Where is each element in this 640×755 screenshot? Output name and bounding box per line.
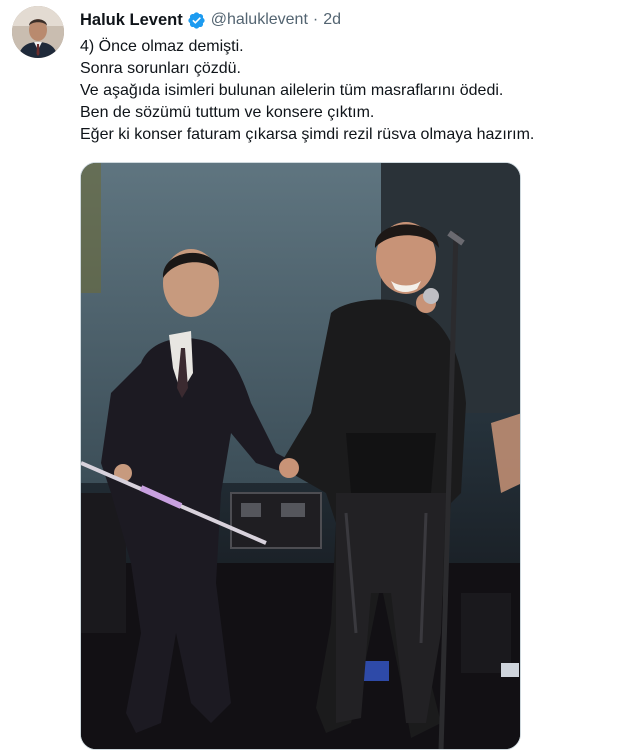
tweet-media-photo[interactable] [80, 162, 521, 750]
tweet-header: Haluk Levent @haluklevent · 2d [80, 8, 341, 32]
concert-photo [81, 163, 520, 749]
separator-dot: · [312, 11, 319, 28]
tweet-text-line: Eğer ki konser faturam çıkarsa şimdi rez… [80, 126, 535, 143]
verified-badge-icon [187, 11, 206, 30]
author-handle[interactable]: @haluklevent [211, 11, 308, 29]
avatar-portrait [12, 6, 64, 58]
tweet-text: 4) Önce olmaz demişti. Sonra sorunları ç… [80, 36, 630, 146]
author-name[interactable]: Haluk Levent [80, 11, 183, 30]
tweet-timestamp[interactable]: 2d [323, 11, 341, 29]
tweet[interactable]: Haluk Levent @haluklevent · 2d 4) Önce o… [0, 0, 640, 755]
tweet-text-line: 4) Önce olmaz demişti. [80, 38, 244, 55]
tweet-text-line: Ve aşağıda isimleri bulunan ailelerin tü… [80, 82, 504, 99]
tweet-text-line: Ben de sözümü tuttum ve konsere çıktım. [80, 104, 375, 121]
avatar[interactable] [12, 6, 64, 58]
tweet-text-line: Sonra sorunları çözdü. [80, 60, 241, 77]
